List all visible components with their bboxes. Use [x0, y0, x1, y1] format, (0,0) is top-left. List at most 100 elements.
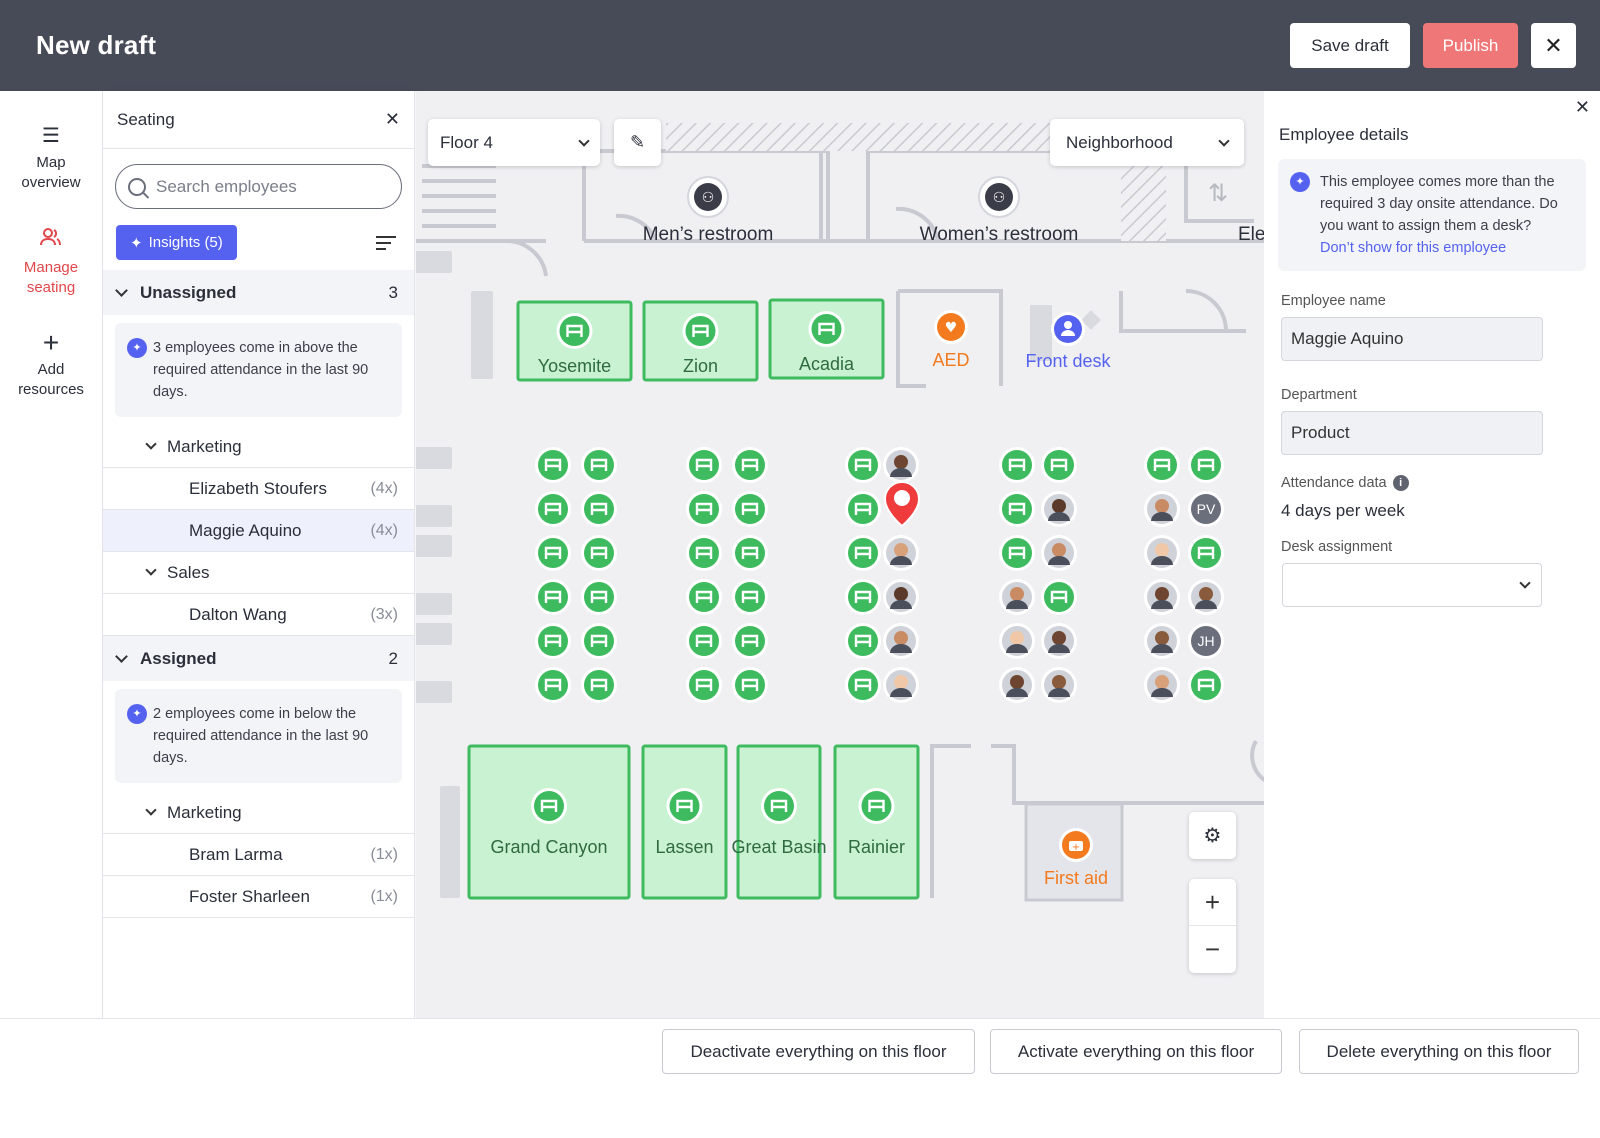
dont-show-link[interactable]: Don’t show for this employee — [1320, 237, 1576, 259]
desk[interactable] — [1144, 447, 1180, 483]
desk[interactable] — [686, 579, 722, 615]
employee-avatar[interactable] — [1041, 623, 1077, 659]
settings-button[interactable]: ⚙ — [1189, 812, 1236, 859]
floor-map[interactable]: ⚇ ⚇ Men’s restroom Women’s restroom Ele … — [416, 91, 1264, 1018]
desk[interactable] — [732, 667, 768, 703]
employee-name-field[interactable]: Maggie Aquino — [1281, 317, 1543, 361]
zoom-in-button[interactable]: + — [1189, 879, 1236, 926]
meeting-room[interactable]: Zion — [642, 300, 759, 382]
group-header-assigned[interactable]: Assigned 2 — [103, 636, 414, 681]
rail-item-map-overview[interactable]: ☰ Map overview — [0, 91, 102, 193]
info-icon[interactable]: i — [1392, 475, 1409, 492]
desk[interactable] — [732, 491, 768, 527]
meeting-room[interactable]: Rainier — [833, 744, 920, 900]
dept-header-marketing[interactable]: Marketing — [103, 792, 414, 834]
list-item[interactable]: Foster Sharleen (1x) — [103, 876, 414, 918]
deactivate-floor-button[interactable]: Deactivate everything on this floor — [662, 1029, 975, 1074]
desk[interactable] — [845, 491, 881, 527]
employee-avatar[interactable]: JH — [1188, 623, 1224, 659]
save-draft-button[interactable]: Save draft — [1290, 23, 1410, 68]
meeting-room[interactable]: Yosemite — [516, 300, 633, 382]
employee-avatar[interactable] — [1144, 491, 1180, 527]
list-item[interactable]: Bram Larma (1x) — [103, 834, 414, 876]
desk[interactable] — [845, 667, 881, 703]
employee-avatar[interactable] — [1188, 579, 1224, 615]
close-icon[interactable]: ✕ — [1531, 23, 1576, 68]
close-icon[interactable]: ✕ — [1575, 97, 1590, 118]
employee-avatar[interactable] — [1144, 667, 1180, 703]
department-field[interactable]: Product — [1281, 411, 1543, 455]
desk[interactable] — [535, 667, 571, 703]
publish-button[interactable]: Publish — [1423, 23, 1518, 68]
employee-avatar[interactable] — [883, 535, 919, 571]
desk[interactable] — [581, 535, 617, 571]
employee-avatar[interactable]: PV — [1188, 491, 1224, 527]
first-aid-marker[interactable]: + — [1059, 828, 1093, 862]
list-item[interactable]: Elizabeth Stoufers (4x) — [103, 468, 414, 510]
desk[interactable] — [535, 447, 571, 483]
dept-header-sales[interactable]: Sales — [103, 552, 414, 594]
search-input[interactable]: Search employees — [115, 164, 402, 209]
insights-button[interactable]: ✦ Insights (5) — [116, 225, 237, 260]
floor-plan[interactable]: ⚇ ⚇ Men’s restroom Women’s restroom Ele … — [416, 91, 1264, 1018]
desk[interactable] — [686, 667, 722, 703]
delete-floor-button[interactable]: Delete everything on this floor — [1299, 1029, 1579, 1074]
employee-avatar[interactable] — [883, 623, 919, 659]
desk[interactable] — [732, 447, 768, 483]
employee-avatar[interactable] — [883, 447, 919, 483]
employee-avatar[interactable] — [1144, 535, 1180, 571]
employee-avatar[interactable] — [1144, 623, 1180, 659]
dept-header-marketing[interactable]: Marketing — [103, 426, 414, 468]
rail-item-manage-seating[interactable]: Manage seating — [0, 193, 102, 298]
desk[interactable] — [581, 667, 617, 703]
employee-avatar[interactable] — [1041, 667, 1077, 703]
employee-avatar[interactable] — [999, 623, 1035, 659]
desk[interactable] — [1041, 447, 1077, 483]
meeting-room[interactable]: Acadia — [768, 298, 885, 380]
desk[interactable] — [999, 447, 1035, 483]
front-desk-marker[interactable] — [1051, 312, 1085, 346]
list-item[interactable]: Dalton Wang (3x) — [103, 594, 414, 636]
desk[interactable] — [732, 579, 768, 615]
neighborhood-select[interactable]: Neighborhood — [1050, 119, 1244, 166]
desk[interactable] — [845, 447, 881, 483]
employee-avatar[interactable] — [883, 667, 919, 703]
activate-floor-button[interactable]: Activate everything on this floor — [990, 1029, 1282, 1074]
desk[interactable] — [845, 579, 881, 615]
desk[interactable] — [1041, 579, 1077, 615]
meeting-room[interactable]: Great Basin — [731, 744, 827, 900]
employee-avatar[interactable] — [1041, 535, 1077, 571]
desk[interactable] — [686, 623, 722, 659]
desk[interactable] — [581, 491, 617, 527]
desk[interactable] — [581, 579, 617, 615]
group-header-unassigned[interactable]: Unassigned 3 — [103, 270, 414, 315]
zoom-out-button[interactable]: − — [1189, 926, 1236, 973]
employee-avatar[interactable] — [999, 667, 1035, 703]
employee-avatar[interactable] — [999, 579, 1035, 615]
desk[interactable] — [845, 535, 881, 571]
employee-avatar[interactable] — [883, 579, 919, 615]
desk[interactable] — [581, 623, 617, 659]
desk[interactable] — [732, 535, 768, 571]
desk[interactable] — [1188, 447, 1224, 483]
edit-button[interactable]: ✎ — [614, 119, 661, 166]
rail-item-add-resources[interactable]: + Add resources — [0, 298, 102, 400]
desk[interactable] — [999, 535, 1035, 571]
desk[interactable] — [845, 623, 881, 659]
desk[interactable] — [535, 535, 571, 571]
employee-avatar[interactable] — [1144, 579, 1180, 615]
list-item[interactable]: Maggie Aquino (4x) — [103, 510, 414, 552]
desk-assignment-select[interactable] — [1282, 563, 1542, 608]
close-icon[interactable]: ✕ — [385, 109, 400, 130]
desk[interactable] — [535, 491, 571, 527]
floor-select[interactable]: Floor 4 — [428, 119, 600, 166]
employee-avatar[interactable] — [1041, 491, 1077, 527]
desk[interactable] — [686, 535, 722, 571]
aed-marker[interactable]: ♥ — [934, 310, 968, 344]
meeting-room[interactable]: Lassen — [641, 744, 728, 900]
desk[interactable] — [1188, 667, 1224, 703]
desk[interactable] — [535, 579, 571, 615]
desk[interactable] — [535, 623, 571, 659]
desk[interactable] — [686, 447, 722, 483]
desk[interactable] — [732, 623, 768, 659]
